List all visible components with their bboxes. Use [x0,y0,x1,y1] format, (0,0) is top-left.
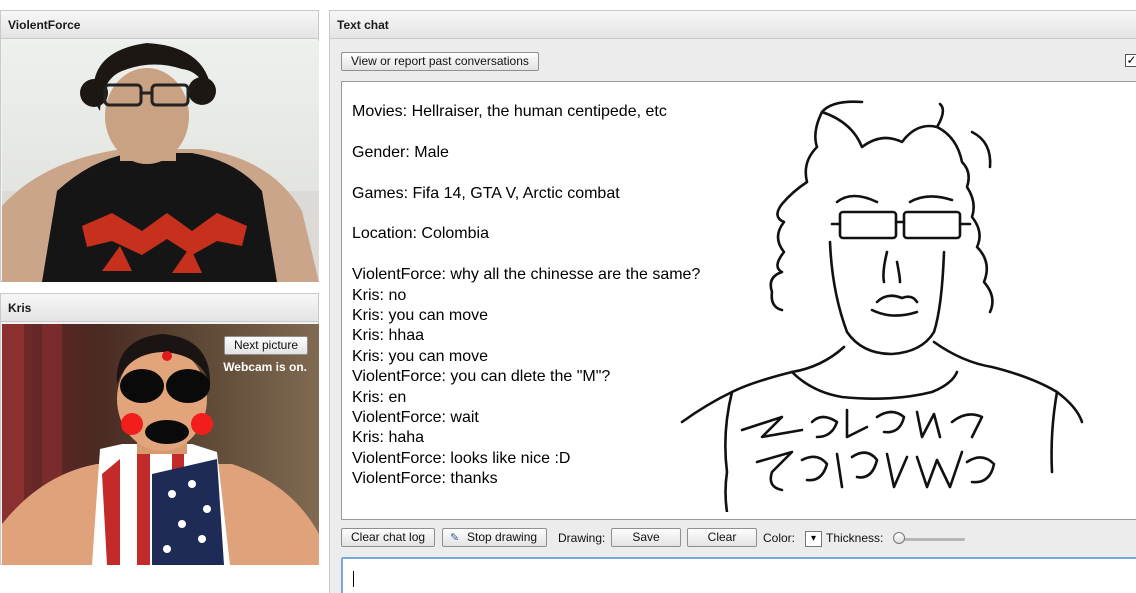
local-webcam-video: Next picture Webcam is on. [2,324,319,565]
webcam-frame-image [2,43,319,282]
profile-line: Location: Colombia [352,225,489,243]
chat-message: ViolentForce: you can dlete the "M"? [352,368,611,386]
text-caret [353,571,354,587]
stop-drawing-label: Stop drawing [467,530,538,544]
chat-message: Kris: you can move [352,307,489,324]
thickness-label: Thickness: [826,531,884,545]
chat-message: Kris: no [352,286,407,304]
chat-toolbar: Clear chat log ✎ Stop drawing Drawing: S… [341,528,1136,550]
chat-message: ViolentForce: why all the chinesse are t… [352,266,701,284]
remote-webcam-video [2,41,319,282]
chat-message-input[interactable] [341,557,1136,593]
drawing-label: Drawing: [558,531,606,545]
chat-message: ViolentForce: wait [352,409,479,427]
text-chat-panel: Text chat View or report past conversati… [329,10,1136,593]
clear-drawing-button[interactable]: Clear [687,528,757,547]
next-picture-button[interactable]: Next picture [223,336,308,355]
video-panel-kris: Kris Next picture Webcam is on. [0,293,319,565]
chat-message: ViolentForce: looks like nice :D [352,449,571,467]
video-panel-title: ViolentForce [1,11,318,39]
chat-message: Kris: you can move [352,347,489,365]
thickness-slider-thumb[interactable] [892,532,905,544]
chat-drawing-canvas[interactable] [672,92,1092,512]
chat-message: ViolentForce: thanks [352,470,498,488]
clear-chat-log-button[interactable]: Clear chat log [341,528,436,547]
webcam-status-text: Webcam is on. [223,360,307,374]
pencil-icon: ✎ [450,532,460,544]
chat-message: Kris: en [352,388,407,406]
profile-line: Games: Fifa 14, GTA V, Arctic combat [352,184,620,202]
view-report-conversations-button[interactable]: View or report past conversations [341,52,539,71]
thickness-slider-track[interactable] [895,538,965,541]
option-checkbox[interactable]: ✓ [1125,54,1136,67]
color-label: Color: [763,531,796,545]
video-panel-title: Kris [1,294,318,322]
chat-log[interactable]: Movies: Hellraiser, the human centipede,… [341,81,1136,520]
text-chat-title: Text chat [330,11,1136,39]
chat-message: Kris: haha [352,429,425,447]
color-picker-icon[interactable]: ▾ [805,531,822,547]
video-panel-violentforce: ViolentForce [0,10,319,282]
save-drawing-button[interactable]: Save [611,528,681,547]
stop-drawing-button[interactable]: ✎ Stop drawing [442,528,548,547]
chat-message: Kris: hhaa [352,327,425,345]
profile-line: Movies: Hellraiser, the human centipede,… [352,103,667,120]
profile-line: Gender: Male [352,143,449,161]
chat-messages: Movies: Hellraiser, the human centipede,… [352,102,700,490]
